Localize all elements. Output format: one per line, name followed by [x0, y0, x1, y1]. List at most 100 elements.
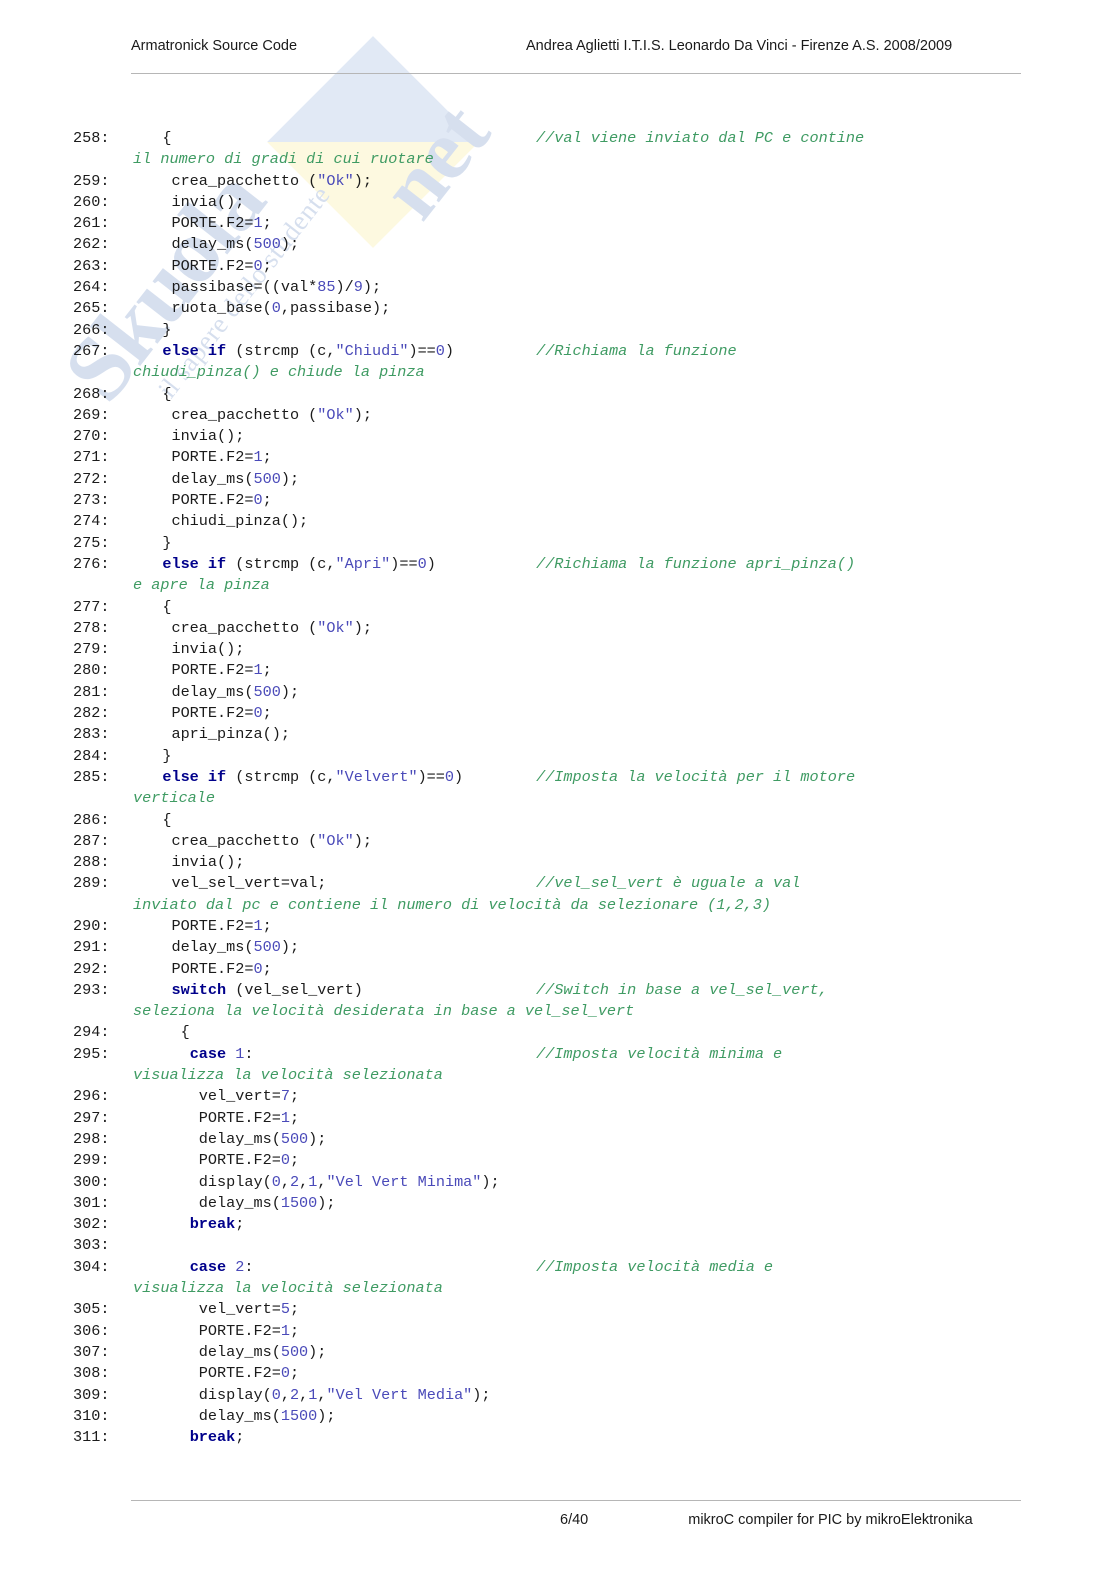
- code-text: PORTE.F2=1;: [135, 448, 272, 467]
- line-number: 300:: [73, 1172, 110, 1191]
- line-number: 301:: [73, 1193, 110, 1212]
- code-line: 272: delay_ms(500);: [0, 469, 1116, 490]
- code-comment: //Imposta velocità minima e: [536, 1044, 783, 1063]
- line-number: 294:: [73, 1023, 110, 1042]
- line-number: 262:: [73, 235, 110, 254]
- code-text: invia();: [135, 640, 245, 659]
- line-number: 271:: [73, 448, 110, 467]
- line-number: 263:: [73, 256, 110, 275]
- code-line: 275: }: [0, 533, 1116, 554]
- code-text: passibase=((val*85)/9);: [135, 278, 382, 297]
- line-number: 292:: [73, 959, 110, 978]
- line-number: 310:: [73, 1406, 110, 1425]
- line-number: 303:: [73, 1236, 110, 1255]
- line-number: 261:: [73, 214, 110, 233]
- line-number: 282:: [73, 704, 110, 723]
- code-text: case 1:: [189, 1044, 254, 1063]
- line-number: 290:: [73, 916, 110, 935]
- code-text: PORTE.F2=0;: [135, 704, 272, 723]
- code-line: 296: vel_vert=7;: [0, 1086, 1116, 1107]
- line-number: 284:: [73, 746, 110, 765]
- code-line: 298: delay_ms(500);: [0, 1129, 1116, 1150]
- line-number: 264:: [73, 278, 110, 297]
- code-comment: //vel_sel_vert è uguale a val: [536, 874, 801, 893]
- code-text: PORTE.F2=1;: [135, 661, 272, 680]
- line-number: 305:: [73, 1300, 110, 1319]
- code-text: else if (strcmp (c,"Velvert")==0): [162, 767, 464, 786]
- code-text: PORTE.F2=1;: [135, 916, 272, 935]
- line-number: 283:: [73, 725, 110, 744]
- code-text: delay_ms(500);: [135, 1342, 327, 1361]
- code-line: 281: delay_ms(500);: [0, 682, 1116, 703]
- line-number: 277:: [73, 597, 110, 616]
- code-line: 299: PORTE.F2=0;: [0, 1150, 1116, 1171]
- code-line: 291: delay_ms(500);: [0, 937, 1116, 958]
- code-text: display(0,2,1,"Vel Vert Media");: [135, 1385, 491, 1404]
- code-text: PORTE.F2=1;: [135, 214, 272, 233]
- code-text: delay_ms(500);: [135, 235, 300, 254]
- line-number: 307:: [73, 1342, 110, 1361]
- code-line: 303:: [0, 1235, 1116, 1256]
- code-text: apri_pinza();: [135, 725, 290, 744]
- code-text: delay_ms(500);: [135, 938, 300, 957]
- line-number: 291:: [73, 938, 110, 957]
- line-number: 285:: [73, 767, 110, 786]
- code-text: PORTE.F2=1;: [135, 1108, 300, 1127]
- line-number: 280:: [73, 661, 110, 680]
- page-number: 6/40: [560, 1512, 589, 1528]
- code-text: vel_vert=5;: [135, 1300, 300, 1319]
- line-number: 304:: [73, 1257, 110, 1276]
- line-number: 288:: [73, 853, 110, 872]
- footer-compiler-note: mikroC compiler for PIC by mikroElektron…: [688, 1512, 973, 1528]
- code-line: 307: delay_ms(500);: [0, 1342, 1116, 1363]
- code-comment: //Imposta velocità media e: [536, 1257, 774, 1276]
- line-number: 258:: [73, 129, 110, 147]
- code-comment-continuation: visualizza la velocità selezionata: [133, 1279, 443, 1298]
- code-text: {: [135, 810, 172, 829]
- line-number: 306:: [73, 1321, 110, 1340]
- line-number: 265:: [73, 299, 110, 318]
- code-line: 283: apri_pinza();: [0, 724, 1116, 745]
- code-comment: //Imposta la velocità per il motore: [536, 767, 856, 786]
- line-number: 278:: [73, 618, 110, 637]
- line-number: 274:: [73, 512, 110, 531]
- code-text: invia();: [135, 427, 245, 446]
- code-line: 266: }: [0, 320, 1116, 341]
- source-code-listing: 258: { //val viene inviato dal PC e cont…: [0, 128, 1116, 1448]
- code-text: invia();: [135, 192, 245, 211]
- code-text: PORTE.F2=1;: [135, 1321, 300, 1340]
- code-text: }: [135, 533, 172, 552]
- code-line: 284: }: [0, 746, 1116, 767]
- code-line: 260: invia();: [0, 192, 1116, 213]
- code-line: 277: {: [0, 597, 1116, 618]
- line-number: 308:: [73, 1364, 110, 1383]
- code-text: }: [135, 320, 172, 339]
- line-number: 260:: [73, 192, 110, 211]
- code-line: 311: break;: [0, 1427, 1116, 1448]
- code-text: }: [135, 746, 172, 765]
- code-text: crea_pacchetto ("Ok");: [135, 831, 372, 850]
- line-number: 311:: [73, 1428, 110, 1447]
- code-comment-continuation: verticale: [133, 789, 216, 808]
- code-line: 273: PORTE.F2=0;: [0, 490, 1116, 511]
- code-text: vel_sel_vert=val;: [135, 874, 327, 893]
- code-line: 263: PORTE.F2=0;: [0, 256, 1116, 277]
- code-line: 270: invia();: [0, 426, 1116, 447]
- code-line: 268: {: [0, 384, 1116, 405]
- code-text: PORTE.F2=0;: [135, 256, 272, 275]
- code-line: 286: {: [0, 810, 1116, 831]
- code-line: 282: PORTE.F2=0;: [0, 703, 1116, 724]
- page-header: Armatronick Source Code Andrea Aglietti …: [131, 38, 1021, 54]
- code-text: switch (vel_sel_vert): [171, 980, 363, 999]
- code-text: PORTE.F2=0;: [135, 1151, 300, 1170]
- code-line: 289: vel_sel_vert=val; //vel_sel_vert è …: [0, 873, 1116, 894]
- line-number: 289:: [73, 874, 110, 893]
- code-line: 306: PORTE.F2=1;: [0, 1321, 1116, 1342]
- code-text: delay_ms(500);: [135, 1129, 327, 1148]
- code-line: 267: else if (strcmp (c,"Chiudi")==0) //…: [0, 341, 1116, 362]
- code-line: 264: passibase=((val*85)/9);: [0, 277, 1116, 298]
- code-text: chiudi_pinza();: [135, 512, 309, 531]
- code-text: display(0,2,1,"Vel Vert Minima");: [135, 1172, 500, 1191]
- code-comment-continuation: inviato dal pc e contiene il numero di v…: [133, 895, 771, 914]
- code-line: 276: else if (strcmp (c,"Apri")==0) //Ri…: [0, 554, 1116, 575]
